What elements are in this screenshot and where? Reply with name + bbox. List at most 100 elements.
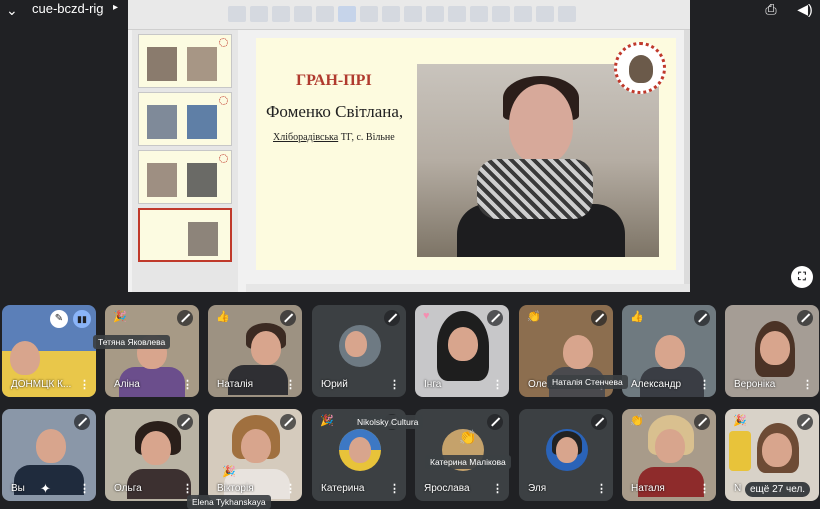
participant-name: Аліна xyxy=(114,379,140,390)
mic-off-icon xyxy=(487,414,503,430)
current-slide: ГРАН-ПРІ Фоменко Світлана, Хліборадівськ… xyxy=(256,38,676,270)
sunflower-decoration xyxy=(729,431,751,471)
more-options-icon[interactable]: ⋮ xyxy=(492,378,503,391)
participant-tile[interactable]: Вероніка ⋮ xyxy=(725,305,819,397)
more-options-icon[interactable]: ⋮ xyxy=(389,482,400,495)
mic-off-icon xyxy=(177,310,193,326)
more-options-icon[interactable]: ⋮ xyxy=(596,482,607,495)
mic-off-icon xyxy=(384,310,400,326)
participant-name: Вікторія xyxy=(217,483,254,494)
thumbnail-photo xyxy=(188,222,218,256)
participant-tile[interactable]: 🎉 N ещё 27 чел. xyxy=(725,409,819,501)
participant-face xyxy=(36,429,66,463)
thumbnail-photo xyxy=(187,163,217,197)
thumbnail-photo xyxy=(147,47,177,81)
more-options-icon[interactable]: ⋮ xyxy=(79,378,90,391)
floating-name-tag: Катерина Малікова xyxy=(425,455,511,469)
sparkle-effects-icon[interactable]: ✦ xyxy=(40,481,51,497)
mic-off-icon xyxy=(797,310,813,326)
participant-avatar xyxy=(546,429,588,471)
slide-winner-name: Фоменко Світлана, xyxy=(266,102,404,121)
participant-tile[interactable]: 🎉 Вікторія ⋮ xyxy=(208,409,302,501)
caret-right-icon[interactable]: ▸ xyxy=(113,2,118,13)
more-options-icon[interactable]: ⋮ xyxy=(285,482,296,495)
more-options-icon[interactable]: ⋮ xyxy=(285,378,296,391)
slide-thumbnail xyxy=(138,92,232,146)
ribbon-button xyxy=(536,6,554,22)
mic-off-icon xyxy=(591,310,607,326)
festival-logo-icon xyxy=(614,42,666,94)
scrollbar[interactable] xyxy=(684,30,690,292)
slide-thumbnail xyxy=(138,34,232,88)
camera-flip-icon[interactable]: ⎙ xyxy=(762,1,780,17)
participant-tile[interactable]: Юрий ⋮ xyxy=(312,305,406,397)
participant-face xyxy=(241,429,271,463)
participant-avatar xyxy=(339,325,381,367)
fullscreen-icon[interactable]: ⛶ xyxy=(791,266,813,288)
floating-name-tag: Elena Tykhanskaya xyxy=(187,495,271,509)
more-participants-badge[interactable]: ещё 27 чел. xyxy=(745,482,811,497)
more-options-icon[interactable]: ⋮ xyxy=(492,482,503,495)
participant-face xyxy=(448,327,478,361)
clap-icon: 👏 xyxy=(527,311,541,323)
party-popper-icon: 🎉 xyxy=(113,311,127,323)
ribbon-button xyxy=(514,6,532,22)
more-options-icon[interactable]: ⋮ xyxy=(182,378,193,391)
floating-name-tag: Nikolsky Cultura xyxy=(352,415,424,429)
more-options-icon[interactable]: ⋮ xyxy=(699,378,710,391)
participant-tile[interactable]: Ольга ⋮ xyxy=(105,409,199,501)
participant-face xyxy=(556,437,578,463)
pin-icon[interactable]: ✎ xyxy=(50,310,68,328)
participant-name: Наталія xyxy=(217,379,254,390)
participant-tile[interactable]: 👏 Наталя ⋮ xyxy=(622,409,716,501)
mic-off-icon xyxy=(797,414,813,430)
participant-name: Катерина xyxy=(321,483,365,494)
audio-active-icon: ▮▮ xyxy=(73,310,91,328)
participant-tile[interactable]: Эля ⋮ xyxy=(519,409,613,501)
speaker-icon[interactable]: ◀) xyxy=(796,1,814,17)
chevron-down-icon[interactable]: ⌄ xyxy=(6,2,18,19)
participant-tile[interactable]: ✎ ▮▮ ДОНМЦК К... ⋮ xyxy=(2,305,96,397)
floating-name-tag: Тетяна Яковлева xyxy=(93,335,171,349)
participant-tile[interactable]: 🎉 Аліна ⋮ xyxy=(105,305,199,397)
more-options-icon[interactable]: ⋮ xyxy=(182,482,193,495)
participant-face xyxy=(10,341,40,375)
status-strip xyxy=(246,284,690,292)
ribbon-button xyxy=(558,6,576,22)
participant-name: Наталя xyxy=(631,483,665,494)
ribbon-button xyxy=(272,6,290,22)
slide-winner-place: Хліборадівська ТГ, с. Вільне xyxy=(273,132,395,143)
portrait-icon xyxy=(629,55,653,83)
participant-face xyxy=(563,335,593,369)
meeting-code[interactable]: cue-bczd-rig xyxy=(32,1,104,16)
mic-off-icon xyxy=(591,414,607,430)
more-options-icon[interactable]: ⋮ xyxy=(699,482,710,495)
video-person-face xyxy=(509,84,573,164)
thumbnail-photo xyxy=(147,163,177,197)
more-options-icon[interactable]: ⋮ xyxy=(79,482,90,495)
participant-name: Юрий xyxy=(321,379,348,390)
ribbon-button xyxy=(316,6,334,22)
ribbon-button xyxy=(382,6,400,22)
participant-tile[interactable]: 👍 Наталія ⋮ xyxy=(208,305,302,397)
participant-face xyxy=(655,335,685,369)
floating-name-tag: Наталія Стенчева xyxy=(547,375,628,389)
slide-thumbnail-active xyxy=(138,208,232,262)
logo-icon xyxy=(219,96,228,105)
more-options-icon[interactable]: ⋮ xyxy=(802,378,813,391)
participant-name: Ольга xyxy=(114,483,142,494)
participant-tile[interactable]: 👍 Александр ⋮ xyxy=(622,305,716,397)
mic-off-icon xyxy=(74,414,90,430)
participant-tile[interactable]: ♥ Інга ⋮ xyxy=(415,305,509,397)
participant-face xyxy=(345,331,367,357)
participant-face xyxy=(251,331,281,365)
more-options-icon[interactable]: ⋮ xyxy=(389,378,400,391)
mic-off-icon xyxy=(280,310,296,326)
party-popper-icon: 🎉 xyxy=(222,466,236,478)
slide-thumbnail xyxy=(138,150,232,204)
slide-award-title: ГРАН-ПРІ xyxy=(296,72,372,89)
participant-name: Вы xyxy=(11,483,25,494)
ribbon-button xyxy=(448,6,466,22)
mic-off-icon xyxy=(177,414,193,430)
participant-tile[interactable]: Вы ✦ ⋮ xyxy=(2,409,96,501)
